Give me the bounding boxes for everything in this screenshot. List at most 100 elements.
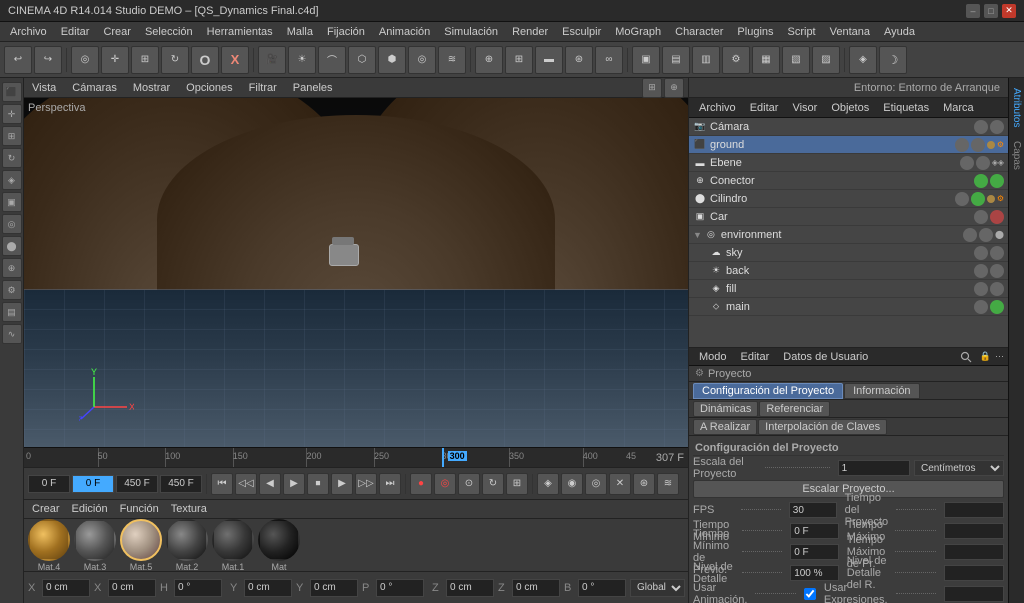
obj-vis2-sky[interactable] [990, 246, 1004, 260]
transport-field-start[interactable] [28, 475, 70, 493]
transport-morph[interactable]: ⊛ [633, 473, 655, 495]
viewport[interactable]: X Y Z Perspectiva [24, 98, 688, 447]
toolbar-inf[interactable]: ∞ [595, 46, 623, 74]
tf-z-input[interactable] [446, 579, 494, 597]
material-item-mat4[interactable]: Mat.4 [28, 519, 70, 572]
menu-item-plugins[interactable]: Plugins [731, 24, 779, 40]
left-tool-move[interactable]: ✛ [2, 104, 22, 124]
modo-item-modo[interactable]: Modo [693, 350, 733, 364]
left-tool-7[interactable]: ⬤ [2, 236, 22, 256]
modo-item-datos[interactable]: Datos de Usuario [777, 350, 874, 364]
coord-dropdown[interactable]: GlobalLocal [630, 579, 685, 597]
menu-item-simulación[interactable]: Simulación [438, 24, 504, 40]
obj-vis1-ebene[interactable] [960, 156, 974, 170]
obj-vis1-car[interactable] [974, 210, 988, 224]
timeline-ruler[interactable]: 0 50 100 150 200 250 300 300 350 400 45 [24, 448, 638, 467]
toolbar-render-settings[interactable]: ⚙ [722, 46, 750, 74]
obj-row-sky[interactable]: ☁ sky [689, 244, 1008, 262]
obj-row-main[interactable]: ⬦ main [689, 298, 1008, 316]
toolbar-cam[interactable]: 🎥 [258, 46, 286, 74]
material-item-mat3[interactable]: Mat.3 [74, 519, 116, 572]
material-ball-mat3[interactable] [74, 519, 116, 561]
transport-next-key[interactable]: ▷▷ [355, 473, 377, 495]
close-button[interactable]: ✕ [1002, 4, 1016, 18]
transport-prev-key[interactable]: ◁◁ [235, 473, 257, 495]
obj-vis2-main[interactable] [990, 300, 1004, 314]
mat-menu-edicion[interactable]: Edición [68, 501, 112, 517]
timeline-position-marker[interactable] [442, 448, 444, 467]
obj-row-ebene[interactable]: ▬ Ebene ◈◈ [689, 154, 1008, 172]
menu-item-render[interactable]: Render [506, 24, 554, 40]
obj-vis2-camera[interactable] [990, 120, 1004, 134]
obj-row-car[interactable]: ▣ Car [689, 208, 1008, 226]
transport-key-opt[interactable]: ◎ [585, 473, 607, 495]
modo-item-editar[interactable]: Editar [735, 350, 776, 364]
env-expand-icon[interactable]: ▼ [693, 230, 702, 240]
expr-input[interactable] [944, 586, 1004, 602]
obj-vis2-cilindro[interactable] [971, 192, 985, 206]
obj-vis2-fill[interactable] [990, 282, 1004, 296]
transport-record[interactable]: ● [410, 473, 432, 495]
toolbar-undo[interactable]: ↩ [4, 46, 32, 74]
toolbar-align[interactable]: ⊞ [505, 46, 533, 74]
transport-auto-key[interactable]: ◎ [434, 473, 456, 495]
escala-unit-dropdown[interactable]: Centímetros [914, 460, 1004, 476]
transport-next-frame[interactable]: ▶ [331, 473, 353, 495]
tprevmax-input[interactable] [944, 544, 1004, 560]
transport-key-all[interactable]: ◉ [561, 473, 583, 495]
tiempo-proyecto-input[interactable] [944, 502, 1004, 518]
transport-goto-end[interactable]: ⏭ [379, 473, 401, 495]
menu-item-animación[interactable]: Animación [373, 24, 436, 40]
obj-vis1-environment[interactable] [963, 228, 977, 242]
toolbar-dyn[interactable]: ≋ [438, 46, 466, 74]
left-tool-6[interactable]: ◎ [2, 214, 22, 234]
left-tool-8[interactable]: ⊕ [2, 258, 22, 278]
left-tool-9[interactable]: ⚙ [2, 280, 22, 300]
toolbar-redo[interactable]: ↪ [34, 46, 62, 74]
anim-checkbox[interactable] [804, 588, 816, 600]
obj-vis1-back[interactable] [974, 264, 988, 278]
tmax-input[interactable] [944, 523, 1004, 539]
obj-vis2-conector[interactable] [990, 174, 1004, 188]
attr-row-tab-referenciar[interactable]: Referenciar [759, 401, 830, 417]
toolbar-scale[interactable]: ⊞ [131, 46, 159, 74]
obj-vis1-camera[interactable] [974, 120, 988, 134]
transport-stop[interactable]: ⏹ [307, 473, 329, 495]
material-ball-mat5[interactable] [120, 519, 162, 561]
transport-play[interactable]: ▶ [283, 473, 305, 495]
obj-vis2-car[interactable] [990, 210, 1004, 224]
mat-menu-textura[interactable]: Textura [167, 501, 211, 517]
obj-vis1-conector[interactable] [974, 174, 988, 188]
menu-item-selección[interactable]: Selección [139, 24, 199, 40]
left-tool-scale[interactable]: ⊞ [2, 126, 22, 146]
obj-vis2-environment[interactable] [979, 228, 993, 242]
material-ball-mat4[interactable] [28, 519, 70, 561]
obj-vis1-cilindro[interactable] [955, 192, 969, 206]
lod-render-input[interactable] [944, 565, 1004, 581]
rp-menu-objetos[interactable]: Objetos [825, 100, 875, 116]
material-ball-mat1[interactable] [212, 519, 254, 561]
obj-row-camera[interactable]: 📷 Cámara [689, 118, 1008, 136]
toolbar-misc1[interactable]: ◈ [849, 46, 877, 74]
tf-sz-input[interactable] [512, 579, 560, 597]
vp-menu-mostrar[interactable]: Mostrar [129, 80, 174, 96]
toolbar-render-region[interactable]: ▣ [632, 46, 660, 74]
toolbar-spline[interactable]: ⌒ [318, 46, 346, 74]
transport-field-preview[interactable] [160, 475, 202, 493]
menu-item-mograph[interactable]: MoGraph [609, 24, 667, 40]
left-tool-10[interactable]: ▤ [2, 302, 22, 322]
rp-menu-editar[interactable]: Editar [744, 100, 785, 116]
menu-item-ventana[interactable]: Ventana [824, 24, 876, 40]
left-tool-rotate[interactable]: ↻ [2, 148, 22, 168]
material-item-mat2[interactable]: Mat.2 [166, 519, 208, 572]
tf-y-input[interactable] [244, 579, 292, 597]
toolbar-snap[interactable]: ⊕ [475, 46, 503, 74]
obj-vis2-ground[interactable] [971, 138, 985, 152]
toolbar-misc2[interactable]: ☽ [879, 46, 907, 74]
attr-row-tab-arealizar[interactable]: A Realizar [693, 419, 757, 435]
material-ball-mat0[interactable] [258, 519, 300, 561]
tf-b-input[interactable] [578, 579, 626, 597]
menu-item-editar[interactable]: Editar [55, 24, 96, 40]
obj-row-ground[interactable]: ⬛ ground ⚙ [689, 136, 1008, 154]
obj-vis1-fill[interactable] [974, 282, 988, 296]
